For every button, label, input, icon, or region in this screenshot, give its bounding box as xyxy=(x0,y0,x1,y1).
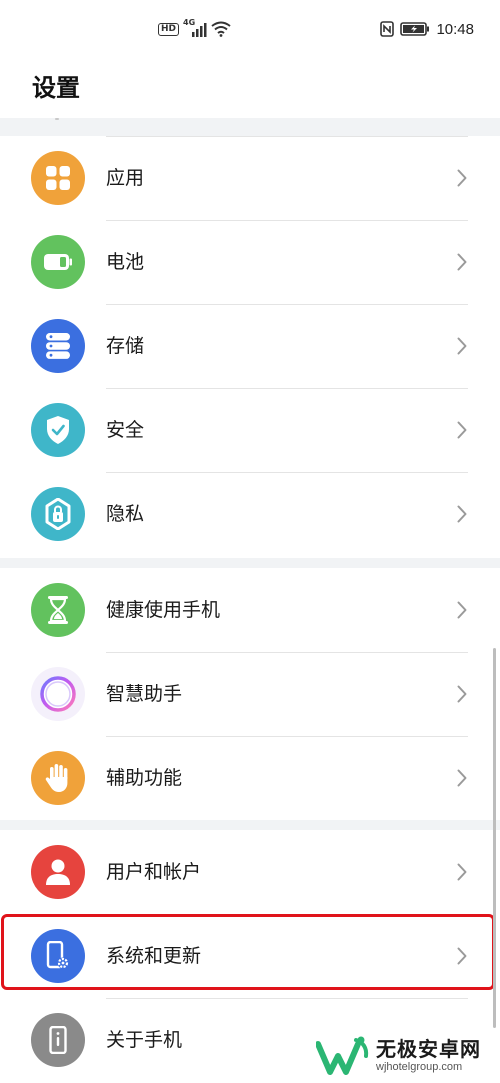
chevron-right-icon xyxy=(457,253,467,271)
chevron-right-icon xyxy=(457,769,467,787)
watermark-url: wjhotelgroup.com xyxy=(376,1061,463,1073)
phone-info-icon xyxy=(31,1013,85,1067)
user-icon xyxy=(31,845,85,899)
battery-icon xyxy=(31,235,85,289)
hourglass-icon xyxy=(31,583,85,637)
page-header: 设置 xyxy=(0,56,500,118)
settings-item-label: 电池 xyxy=(106,251,145,273)
settings-item-label: 隐私 xyxy=(106,503,145,525)
settings-item-label: 用户和帐户 xyxy=(106,861,202,883)
settings-group-2: 健康使用手机 智慧助手 辅助功能 xyxy=(0,568,500,820)
shield-check-icon xyxy=(31,403,85,457)
settings-item-battery[interactable]: 电池 xyxy=(0,220,500,304)
settings-item-label: 安全 xyxy=(106,419,145,441)
settings-item-accessibility[interactable]: 辅助功能 xyxy=(0,736,500,820)
watermark: 无极安卓网 wjhotelgroup.com xyxy=(316,1028,500,1083)
settings-item-security[interactable]: 安全 xyxy=(0,388,500,472)
settings-item-label: 关于手机 xyxy=(106,1029,183,1051)
page-title: 设置 xyxy=(32,74,80,102)
scrollbar[interactable] xyxy=(493,648,496,1028)
settings-item-label: 系统和更新 xyxy=(106,945,202,967)
battery-charging-icon xyxy=(400,22,430,36)
apps-icon xyxy=(31,151,85,205)
settings-item-label: 智慧助手 xyxy=(106,683,183,705)
chevron-right-icon xyxy=(457,421,467,439)
watermark-name: 无极安卓网 xyxy=(376,1037,481,1061)
settings-item-storage[interactable]: 存储 xyxy=(0,304,500,388)
settings-item-users-accounts[interactable]: 用户和帐户 xyxy=(0,830,500,914)
settings-item-privacy[interactable]: 隐私 xyxy=(0,472,500,556)
wifi-icon xyxy=(211,21,231,37)
chevron-right-icon xyxy=(457,863,467,881)
nfc-icon xyxy=(380,21,395,37)
chevron-right-icon xyxy=(457,169,467,187)
settings-group-1: 应用 电池 存储 安全 隐私 xyxy=(0,136,500,558)
chevron-right-icon xyxy=(457,337,467,355)
hand-icon xyxy=(31,751,85,805)
phone-settings-icon xyxy=(31,929,85,983)
settings-item-label: 存储 xyxy=(106,335,145,357)
settings-item-digital-balance[interactable]: 健康使用手机 xyxy=(0,568,500,652)
status-signal-group: HD 4G xyxy=(158,18,231,40)
status-time: 10:48 xyxy=(436,20,474,38)
chevron-right-icon xyxy=(457,947,467,965)
watermark-logo-icon xyxy=(316,1036,369,1075)
chevron-right-icon xyxy=(457,601,467,619)
hd-badge: HD xyxy=(158,22,180,36)
settings-item-system-updates[interactable]: 系统和更新 xyxy=(0,914,500,998)
storage-icon xyxy=(31,319,85,373)
cellular-signal-icon: 4G xyxy=(183,18,207,37)
privacy-lock-icon xyxy=(31,487,85,541)
chevron-right-icon xyxy=(457,685,467,703)
settings-item-assistant[interactable]: 智慧助手 xyxy=(0,652,500,736)
status-right-group: 10:48 xyxy=(380,18,474,40)
settings-item-label: 应用 xyxy=(106,167,145,189)
settings-item-apps[interactable]: 应用 xyxy=(0,136,500,220)
scroll-indicator xyxy=(55,118,59,120)
assistant-orb-icon xyxy=(31,667,85,721)
settings-item-label: 健康使用手机 xyxy=(106,599,221,621)
settings-item-label: 辅助功能 xyxy=(106,767,183,789)
chevron-right-icon xyxy=(457,505,467,523)
status-bar: HD 4G 10:48 xyxy=(0,0,500,56)
